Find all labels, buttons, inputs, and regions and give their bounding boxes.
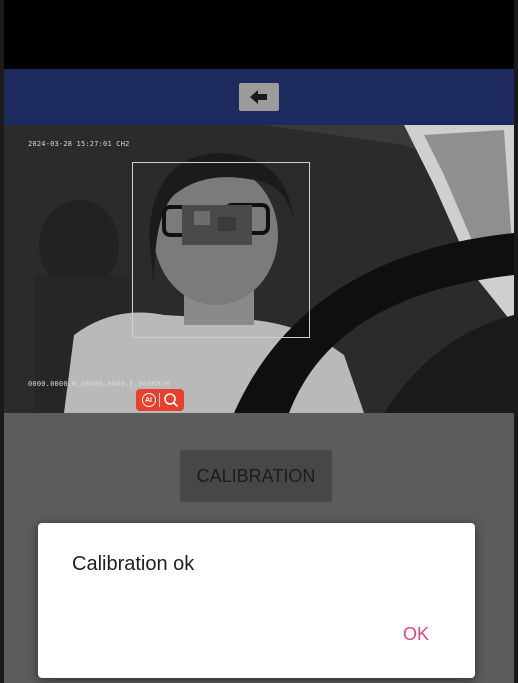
ai-badge-label: AI bbox=[145, 396, 152, 404]
face-detection-box bbox=[132, 162, 310, 338]
status-bar bbox=[0, 0, 518, 69]
app-bar bbox=[4, 69, 514, 125]
calibration-button[interactable]: CALIBRATION bbox=[180, 450, 332, 502]
camera-preview: 2024-03-28 15:27:01 CH2 0000.0000,N,0000… bbox=[4, 125, 514, 413]
ok-button[interactable]: OK bbox=[403, 624, 429, 645]
screen-edge-right bbox=[514, 0, 518, 683]
screen-edge-left bbox=[0, 0, 4, 683]
badge-divider bbox=[158, 393, 160, 407]
dialog-message: Calibration ok bbox=[72, 553, 195, 575]
ai-icon: AI bbox=[141, 393, 156, 407]
arrow-left-icon bbox=[250, 90, 267, 104]
back-button[interactable] bbox=[239, 83, 279, 111]
camera-gps-readout: 0000.0000,N,00000.0000,E,000KM/H bbox=[28, 380, 170, 388]
calibration-dialog: Calibration ok OK bbox=[38, 523, 475, 678]
camera-timestamp: 2024-03-28 15:27:01 CH2 bbox=[28, 140, 130, 148]
ai-detection-badge[interactable]: AI bbox=[136, 389, 184, 411]
search-icon bbox=[163, 393, 178, 408]
